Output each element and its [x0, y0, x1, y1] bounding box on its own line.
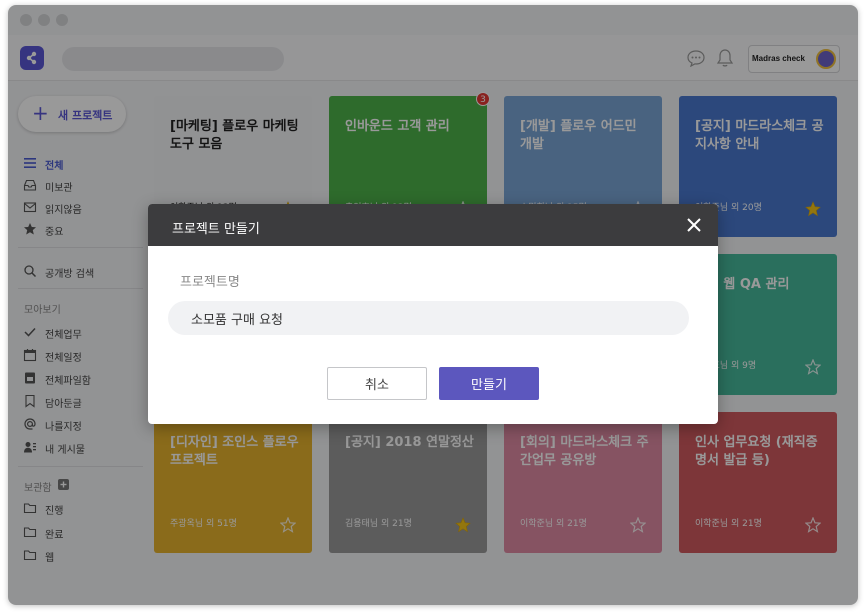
project-name-label: 프로젝트명	[180, 275, 240, 290]
dialog-header: 프로젝트 만들기	[148, 204, 718, 246]
app-window: Madras check + 새 프로젝트 전체 미보관 읽지않음 중요 공개방	[8, 5, 858, 605]
cancel-button[interactable]: 취소	[327, 367, 427, 400]
create-button[interactable]: 만들기	[439, 367, 539, 400]
project-name-input[interactable]	[168, 301, 689, 335]
close-icon[interactable]	[686, 217, 702, 233]
dialog-title: 프로젝트 만들기	[172, 222, 260, 237]
create-project-dialog: 프로젝트 만들기 프로젝트명 취소 만들기	[148, 204, 718, 424]
